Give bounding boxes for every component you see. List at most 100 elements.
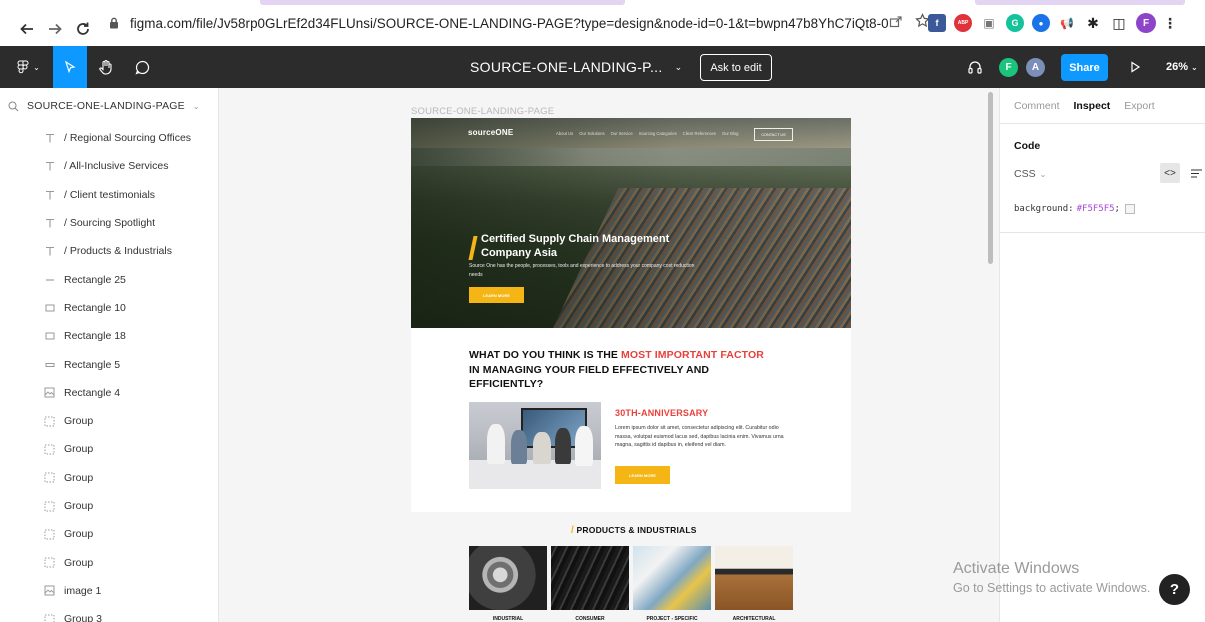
hand-icon (99, 59, 112, 75)
share-button[interactable]: Share (1061, 54, 1108, 81)
language-value[interactable]: CSS (1014, 168, 1036, 180)
zoom-value[interactable]: 26% (1166, 61, 1188, 73)
browser-toolbar: figma.com/file/Jv58rp0GLrEf2d34FLUnsi/SO… (0, 0, 1205, 46)
hand-tool-button[interactable] (90, 46, 122, 88)
layer-label: / All-Inclusive Services (64, 160, 169, 173)
layer-item[interactable]: Group 3 (0, 605, 218, 622)
group-layer-icon (44, 472, 55, 483)
layers-panel: SOURCE-ONE-LANDING-PAGE ⌄ / Regional Sou… (0, 88, 219, 622)
nav-link: Our Blog (721, 131, 739, 136)
anniversary-section[interactable]: WHAT DO YOU THINK IS THE MOST IMPORTANT … (411, 328, 851, 512)
file-title-text[interactable]: SOURCE-ONE-LANDING-P... (470, 59, 663, 75)
reload-icon (77, 22, 89, 35)
page-selector[interactable]: SOURCE-ONE-LANDING-PAGE ⌄ (0, 88, 218, 124)
present-button[interactable] (1124, 46, 1146, 88)
zoom-dropdown[interactable]: 26% ⌄ (1166, 46, 1198, 88)
activate-title: Activate Windows (953, 560, 1080, 577)
language-dropdown[interactable]: CSS ⌄ (1014, 168, 1046, 180)
css-code-line[interactable]: background: #F5F5F5; (1014, 204, 1135, 214)
layer-item[interactable]: / Client testimonials (0, 181, 218, 209)
nav-link: Client References (682, 131, 716, 136)
browser-menu-icon[interactable]: ⋮ (1163, 14, 1177, 32)
contact-us-button: CONTACT US (754, 128, 793, 141)
tab-inspect[interactable]: Inspect (1074, 100, 1111, 112)
text-layer-icon (44, 218, 55, 229)
layer-item[interactable]: Rectangle 10 (0, 294, 218, 322)
tab-export[interactable]: Export (1124, 100, 1154, 112)
comment-bubble-icon (134, 60, 149, 75)
group-layer-icon (44, 444, 55, 455)
layer-label: / Client testimonials (64, 188, 156, 201)
puzzle-icon[interactable]: ✱ (1084, 14, 1102, 32)
anniversary-text: Lorem ipsum dolor sit amet, consectetur … (615, 425, 784, 449)
back-button[interactable] (14, 16, 40, 42)
move-tool-button[interactable] (53, 46, 87, 88)
address-bar[interactable]: figma.com/file/Jv58rp0GLrEf2d34FLUnsi/SO… (104, 10, 930, 36)
layer-item[interactable]: Group (0, 407, 218, 435)
url-text[interactable]: figma.com/file/Jv58rp0GLrEf2d34FLUnsi/SO… (130, 16, 889, 31)
chevron-down-icon: ⌄ (192, 101, 200, 111)
layer-item[interactable]: Group (0, 464, 218, 492)
tab-comment[interactable]: Comment (1014, 100, 1060, 112)
facebook-icon[interactable]: f (928, 14, 946, 32)
active-tab-indicator (260, 0, 625, 5)
layer-item[interactable]: Rectangle 4 (0, 379, 218, 407)
layer-item[interactable]: Group (0, 435, 218, 463)
comment-tool-button[interactable] (127, 46, 157, 88)
layer-item[interactable]: Group (0, 492, 218, 520)
hero-navbar: sourceONE About Us Our Solutions Our Ser… (411, 128, 851, 142)
layer-item[interactable]: image 1 (0, 577, 218, 605)
audio-button[interactable] (963, 46, 987, 88)
chevron-down-icon: ⌄ (33, 62, 40, 72)
chevron-down-icon: ⌄ (1039, 169, 1047, 179)
page-name[interactable]: SOURCE-ONE-LANDING-PAGE (27, 100, 185, 112)
search-icon[interactable] (8, 101, 19, 112)
adblock-icon[interactable]: ABP (954, 14, 972, 32)
share-page-icon[interactable] (889, 14, 903, 33)
canvas-scrollbar[interactable] (988, 92, 993, 264)
layer-label: Group (64, 556, 94, 569)
layer-item[interactable]: Rectangle 25 (0, 265, 218, 293)
layer-item[interactable]: / Sourcing Spotlight (0, 209, 218, 237)
megaphone-icon[interactable]: 📢 (1058, 14, 1076, 32)
user-avatar-f[interactable]: F (999, 58, 1018, 77)
layer-item[interactable]: / All-Inclusive Services (0, 152, 218, 180)
profile-avatar[interactable]: F (1136, 13, 1156, 33)
grammarly-icon[interactable]: G (1006, 14, 1024, 32)
frame-label[interactable]: SOURCE-ONE-LANDING-PAGE (411, 106, 554, 117)
project-wiring-image (633, 546, 711, 610)
user-avatar-a[interactable]: A (1026, 58, 1045, 77)
forward-button[interactable] (42, 16, 68, 42)
help-button[interactable]: ? (1159, 574, 1190, 605)
panel-tabs: Comment Inspect Export (1000, 88, 1205, 124)
layer-item[interactable]: Group (0, 548, 218, 576)
layer-item[interactable]: Group (0, 520, 218, 548)
extensions-bar: f ABP ▣ G ● 📢 ✱ ◫ F ⋮ (928, 10, 1177, 36)
layer-item[interactable]: Rectangle 5 (0, 350, 218, 378)
layer-label: image 1 (64, 584, 102, 597)
ask-to-edit-button[interactable]: Ask to edit (700, 54, 772, 81)
layer-item[interactable]: / Regional Sourcing Offices (0, 124, 218, 152)
person-figure (511, 430, 527, 464)
code-view-icon[interactable]: <> (1160, 163, 1180, 183)
design-canvas[interactable]: SOURCE-ONE-LANDING-PAGE sourceONE About … (219, 88, 999, 622)
file-title[interactable]: SOURCE-ONE-LANDING-P... ⌄ (470, 46, 682, 88)
layer-label: Group (64, 528, 94, 541)
screen-capture-icon[interactable]: ▣ (980, 14, 998, 32)
layer-label: Group (64, 471, 94, 484)
lock-icon[interactable] (104, 13, 124, 33)
main-menu-button[interactable]: ⌄ (10, 46, 46, 88)
anniversary-title: 30TH-ANNIVERSARY (615, 408, 709, 418)
hero-section[interactable]: sourceONE About Us Our Solutions Our Ser… (411, 118, 851, 328)
nav-link: About Us (556, 131, 574, 136)
side-panel-icon[interactable]: ◫ (1110, 14, 1128, 32)
group-layer-icon (44, 416, 55, 427)
reload-button[interactable] (70, 16, 96, 42)
industrial-product-image (469, 546, 547, 610)
layer-item[interactable]: / Products & Industrials (0, 237, 218, 265)
sourceone-logo: sourceONE (468, 128, 514, 137)
css-value[interactable]: #F5F5F5 (1077, 204, 1115, 214)
blue-extension-icon[interactable]: ● (1032, 14, 1050, 32)
list-view-icon[interactable] (1186, 163, 1205, 183)
layer-item[interactable]: Rectangle 18 (0, 322, 218, 350)
